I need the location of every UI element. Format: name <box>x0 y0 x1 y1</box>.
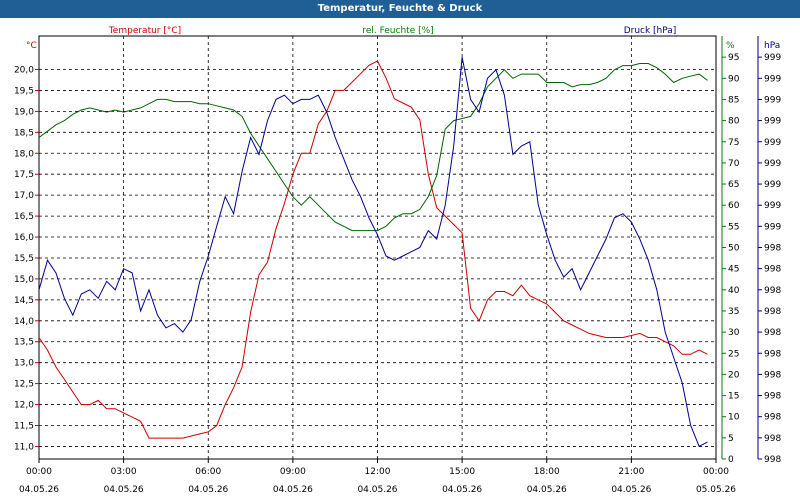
pressure-tick-label: 998 <box>764 370 781 380</box>
humidity-tick-label: 25 <box>728 349 739 359</box>
temperature-legend-label: Temperatur [°C] <box>108 26 181 36</box>
pressure-tick-label: 999 <box>764 117 781 127</box>
pressure-tick-label: 998 <box>764 286 781 296</box>
humidity-tick-label: 30 <box>728 328 740 338</box>
pressure-tick-label: 999 <box>764 138 781 148</box>
x-tick-time: 00:00 <box>703 467 729 477</box>
pressure-legend-label: Druck [hPa] <box>624 26 677 36</box>
humidity-tick-label: 70 <box>728 159 740 169</box>
x-tick-date: 04.05.26 <box>188 485 228 495</box>
x-tick-date: 04.05.26 <box>19 485 59 495</box>
pressure-tick-label: 999 <box>764 53 781 63</box>
humidity-tick-label: 45 <box>728 265 739 275</box>
pressure-tick-label: 998 <box>764 328 781 338</box>
temperature-tick-label: 16,0 <box>14 233 34 243</box>
humidity-tick-label: 85 <box>728 95 739 105</box>
window-title: Temperatur, Feuchte & Druck <box>317 3 483 14</box>
humidity-tick-label: 95 <box>728 53 739 63</box>
x-tick-date: 04.05.26 <box>273 485 313 495</box>
x-tick-time: 00:00 <box>26 467 52 477</box>
temperature-tick-label: 15,5 <box>14 254 34 264</box>
humidity-unit-label: % <box>726 41 735 51</box>
humidity-tick-label: 20 <box>728 370 740 380</box>
pressure-tick-label: 999 <box>764 159 781 169</box>
temperature-tick-label: 14,0 <box>14 317 34 327</box>
pressure-tick-label: 998 <box>764 434 781 444</box>
x-tick-date: 04.05.26 <box>527 485 567 495</box>
pressure-tick-label: 998 <box>764 349 781 359</box>
temperature-tick-label: 11,5 <box>14 421 34 431</box>
pressure-tick-label: 998 <box>764 307 781 317</box>
temperature-tick-label: 19,0 <box>14 107 34 117</box>
pressure-tick-label: 999 <box>764 180 781 190</box>
temperature-tick-label: 13,5 <box>14 338 34 348</box>
temperature-tick-label: 19,5 <box>14 86 34 96</box>
pressure-tick-label: 999 <box>764 201 781 211</box>
pressure-tick-label: 999 <box>764 222 781 232</box>
temperature-tick-label: 18,5 <box>14 128 34 138</box>
x-tick-date: 04.05.26 <box>442 485 482 495</box>
temperature-tick-label: 12,0 <box>14 401 34 411</box>
x-tick-time: 09:00 <box>280 467 306 477</box>
pressure-tick-label: 999 <box>764 74 781 84</box>
x-tick-date: 04.05.26 <box>104 485 144 495</box>
humidity-tick-label: 65 <box>728 180 739 190</box>
x-tick-time: 18:00 <box>534 467 560 477</box>
x-tick-time: 06:00 <box>195 467 221 477</box>
temperature-tick-label: 15,0 <box>14 275 34 285</box>
humidity-tick-label: 40 <box>728 286 740 296</box>
temperature-tick-label: 13,0 <box>14 359 34 369</box>
temperature-tick-label: 17,0 <box>14 191 34 201</box>
humidity-tick-label: 5 <box>728 434 734 444</box>
temperature-tick-label: 20,0 <box>14 66 34 76</box>
x-tick-date: 05.05.26 <box>696 485 736 495</box>
chart-area: 11,0 11,5 12,0 12,5 13,0 13,5 14,0 14,5 15,0 15,5… <box>14 26 781 495</box>
humidity-tick-label: 0 <box>728 455 734 465</box>
x-tick-time: 15:00 <box>449 467 475 477</box>
pressure-tick-label: 998 <box>764 244 781 254</box>
humidity-tick-label: 10 <box>728 413 740 423</box>
humidity-tick-label: 35 <box>728 307 739 317</box>
x-tick-time: 21:00 <box>618 467 644 477</box>
pressure-tick-label: 998 <box>764 455 781 465</box>
pressure-tick-label: 999 <box>764 95 781 105</box>
temperature-unit-label: °C <box>26 41 37 51</box>
temperature-tick-label: 17,5 <box>14 170 34 180</box>
temperature-tick-label: 18,0 <box>14 149 34 159</box>
humidity-legend-label: rel. Feuchte [%] <box>362 26 433 36</box>
humidity-tick-label: 90 <box>728 74 740 84</box>
temperature-tick-label: 14,5 <box>14 296 34 306</box>
humidity-tick-label: 15 <box>728 392 739 402</box>
x-tick-time: 12:00 <box>365 467 391 477</box>
x-tick-date: 04.05.26 <box>611 485 651 495</box>
temperature-tick-label: 16,5 <box>14 212 34 222</box>
x-tick-time: 03:00 <box>111 467 137 477</box>
temperature-tick-label: 11,0 <box>14 442 34 452</box>
x-tick-date: 04.05.26 <box>357 485 397 495</box>
pressure-unit-label: hPa <box>764 41 780 51</box>
humidity-tick-label: 75 <box>728 138 739 148</box>
pressure-tick-label: 998 <box>764 413 781 423</box>
humidity-tick-label: 80 <box>728 117 740 127</box>
humidity-tick-label: 55 <box>728 222 739 232</box>
window-title-bar: Temperatur, Feuchte & Druck <box>0 0 800 18</box>
pressure-tick-label: 998 <box>764 265 781 275</box>
humidity-tick-label: 60 <box>728 201 740 211</box>
humidity-tick-label: 50 <box>728 244 740 254</box>
temperature-tick-label: 12,5 <box>14 380 34 390</box>
pressure-tick-label: 998 <box>764 392 781 402</box>
